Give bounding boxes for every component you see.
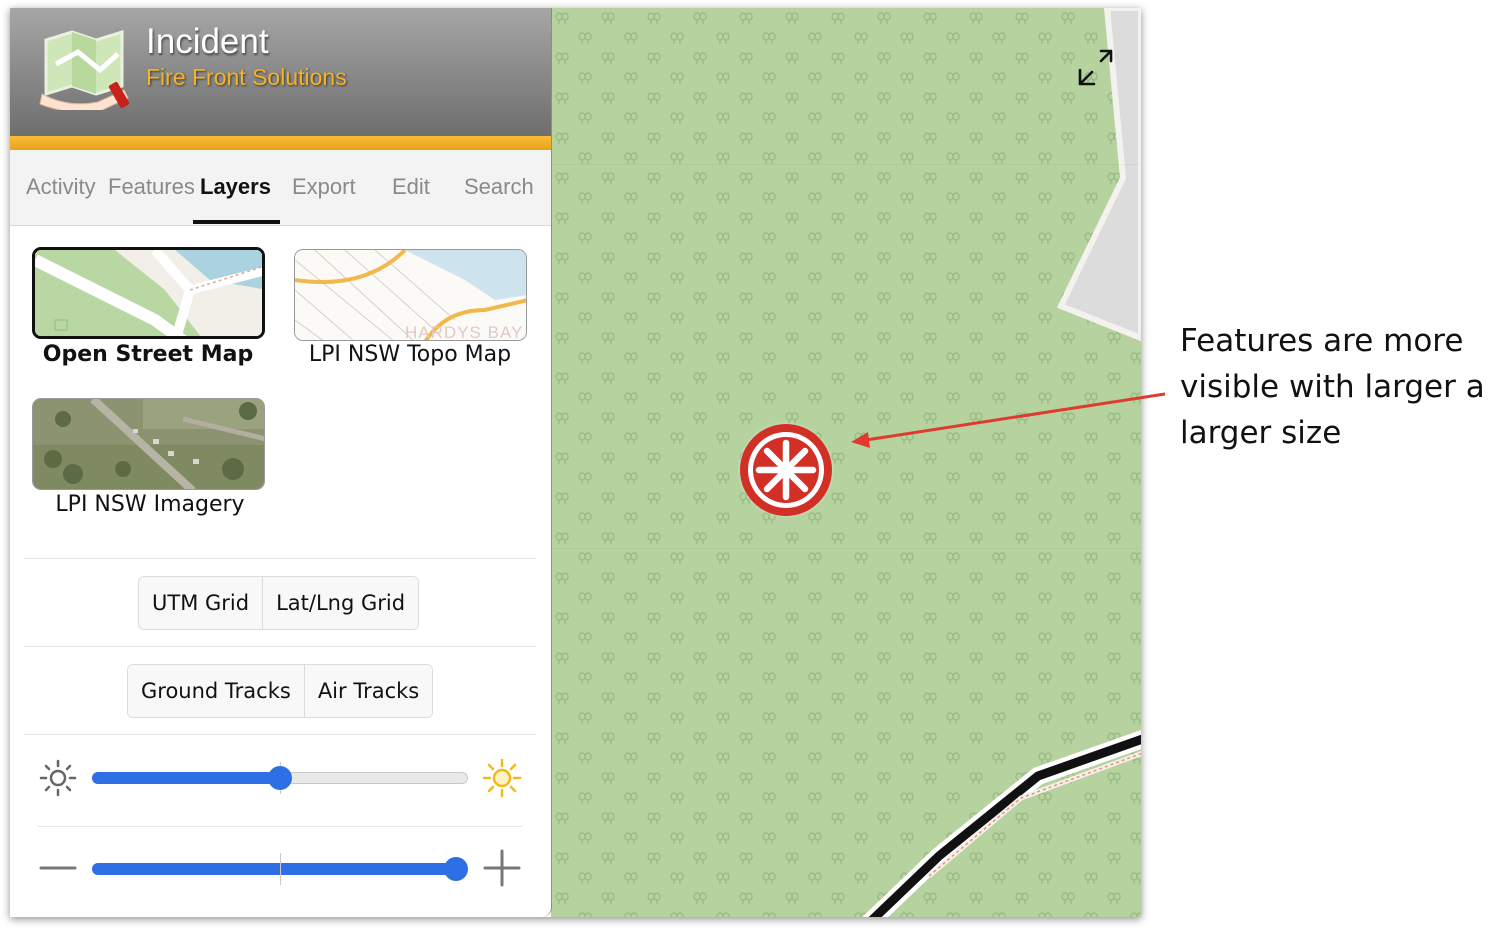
- tab-activity[interactable]: Activity: [26, 174, 96, 200]
- header-accent-bar: [10, 136, 551, 150]
- divider: [24, 646, 536, 647]
- map-view[interactable]: [551, 8, 1141, 917]
- layer-thumb-osm[interactable]: [32, 247, 265, 339]
- size-slider[interactable]: [92, 853, 468, 885]
- brightness-slider[interactable]: [92, 762, 468, 794]
- slider-thumb[interactable]: [444, 857, 468, 881]
- tab-search[interactable]: Search: [464, 174, 534, 200]
- tab-export[interactable]: Export: [292, 174, 356, 200]
- app-title: Incident: [146, 22, 269, 61]
- tile-seam: [551, 548, 1141, 549]
- plus-icon: [483, 849, 521, 887]
- tab-bar: Activity Features Layers Export Edit Sea…: [10, 150, 551, 226]
- topo-preview-image: HARDYS BAY: [295, 250, 526, 341]
- latlng-grid-button[interactable]: Lat/Lng Grid: [262, 577, 419, 629]
- divider: [24, 734, 536, 735]
- tab-layers[interactable]: Layers: [200, 174, 271, 200]
- side-panel: Incident Fire Front Solutions Activity F…: [10, 8, 552, 917]
- annotation-callout: Features are more visible with larger a …: [1180, 318, 1495, 456]
- app-header: Incident Fire Front Solutions: [10, 8, 551, 136]
- slider-center-tick: [280, 853, 281, 885]
- utm-grid-button[interactable]: UTM Grid: [139, 577, 263, 629]
- topo-thumb-text: HARDYS BAY: [405, 323, 523, 341]
- layer-label-imagery[interactable]: LPI NSW Imagery: [20, 492, 280, 517]
- slider-fill: [92, 863, 456, 875]
- layer-label-osm[interactable]: Open Street Map: [18, 342, 278, 367]
- map-background: [551, 8, 1141, 917]
- slider-thumb[interactable]: [268, 766, 292, 790]
- active-tab-indicator: [193, 220, 280, 224]
- divider: [24, 558, 536, 559]
- app-subtitle: Fire Front Solutions: [146, 64, 347, 90]
- divider: [38, 826, 522, 827]
- layer-thumb-imagery[interactable]: [32, 398, 265, 490]
- minus-icon: [39, 866, 77, 870]
- annotation-line: Features are more: [1180, 323, 1464, 359]
- grid-toggle-group: UTM Grid Lat/Lng Grid: [138, 576, 420, 630]
- app-window: Incident Fire Front Solutions Activity F…: [10, 8, 1141, 917]
- expand-arrows-icon[interactable]: [1073, 46, 1117, 90]
- annotation-line: visible with larger a: [1180, 369, 1485, 405]
- tile-seam: [551, 164, 1141, 165]
- slider-fill: [92, 772, 280, 784]
- annotation-line: larger size: [1180, 415, 1342, 451]
- tracks-toggle-group: Ground Tracks Air Tracks: [127, 664, 434, 718]
- layer-thumb-topo[interactable]: HARDYS BAY: [294, 249, 527, 341]
- fire-asterisk-icon[interactable]: [737, 421, 835, 519]
- sun-bright-icon: [482, 758, 522, 798]
- air-tracks-button[interactable]: Air Tracks: [303, 665, 433, 717]
- tab-features[interactable]: Features: [108, 174, 195, 200]
- layer-label-topo[interactable]: LPI NSW Topo Map: [280, 342, 540, 367]
- tab-edit[interactable]: Edit: [392, 174, 430, 200]
- sun-dim-icon: [39, 759, 77, 797]
- imagery-preview-image: [33, 399, 264, 489]
- osm-preview-image: [35, 250, 262, 336]
- ground-tracks-button[interactable]: Ground Tracks: [128, 665, 304, 717]
- map-hand-icon: [39, 29, 130, 110]
